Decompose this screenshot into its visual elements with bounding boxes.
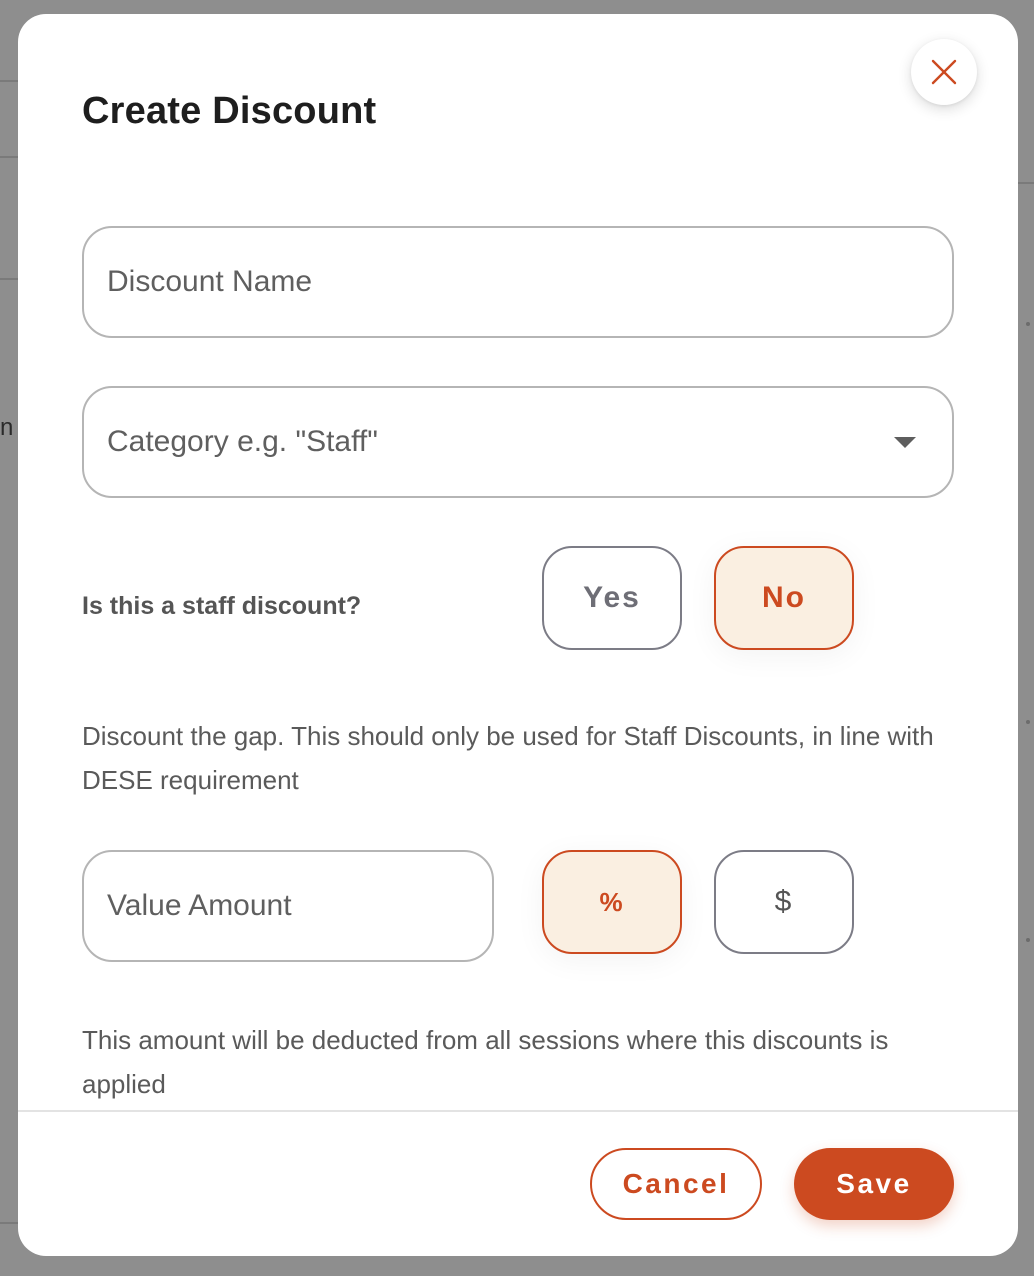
- save-button[interactable]: Save: [794, 1148, 954, 1220]
- background-divider: [0, 156, 18, 158]
- background-divider: [0, 80, 18, 82]
- yes-label: Yes: [583, 581, 641, 614]
- percent-type-button[interactable]: %: [542, 850, 682, 954]
- background-divider: [1018, 182, 1034, 184]
- background-dot: [1026, 938, 1030, 942]
- save-label: Save: [836, 1168, 912, 1199]
- cancel-label: Cancel: [622, 1168, 730, 1199]
- percent-label: %: [599, 886, 625, 917]
- chevron-down-icon: [894, 437, 916, 448]
- value-amount-placeholder: Value Amount: [107, 889, 292, 922]
- cancel-button[interactable]: Cancel: [590, 1148, 762, 1220]
- background-dot: [1026, 720, 1030, 724]
- discount-name-placeholder: Discount Name: [107, 265, 313, 298]
- category-placeholder: Category e.g. "Staff": [107, 425, 378, 458]
- footer-divider: [18, 1110, 1018, 1112]
- staff-discount-label: Is this a staff discount?: [82, 592, 362, 620]
- staff-discount-yes-button[interactable]: Yes: [542, 546, 682, 650]
- dialog-title: Create Discount: [82, 90, 377, 132]
- background-text-fragment: n: [0, 414, 14, 441]
- background-divider: [0, 278, 18, 280]
- background-dot: [1026, 322, 1030, 326]
- background-divider: [0, 1222, 18, 1224]
- close-button[interactable]: [911, 39, 977, 105]
- amount-helper-text: This amount will be deducted from all se…: [82, 1025, 889, 1099]
- dollar-type-button[interactable]: $: [714, 850, 854, 954]
- dollar-label: $: [774, 885, 794, 918]
- close-icon: [931, 59, 957, 85]
- no-label: No: [762, 581, 806, 614]
- discount-name-input[interactable]: Discount Name: [82, 226, 954, 338]
- staff-discount-no-button[interactable]: No: [714, 546, 854, 650]
- category-select[interactable]: Category e.g. "Staff": [82, 386, 954, 498]
- value-amount-input[interactable]: Value Amount: [82, 850, 494, 962]
- create-discount-dialog: Create Discount Discount Name Category e…: [18, 14, 1018, 1256]
- gap-helper-text: Discount the gap. This should only be us…: [82, 721, 934, 795]
